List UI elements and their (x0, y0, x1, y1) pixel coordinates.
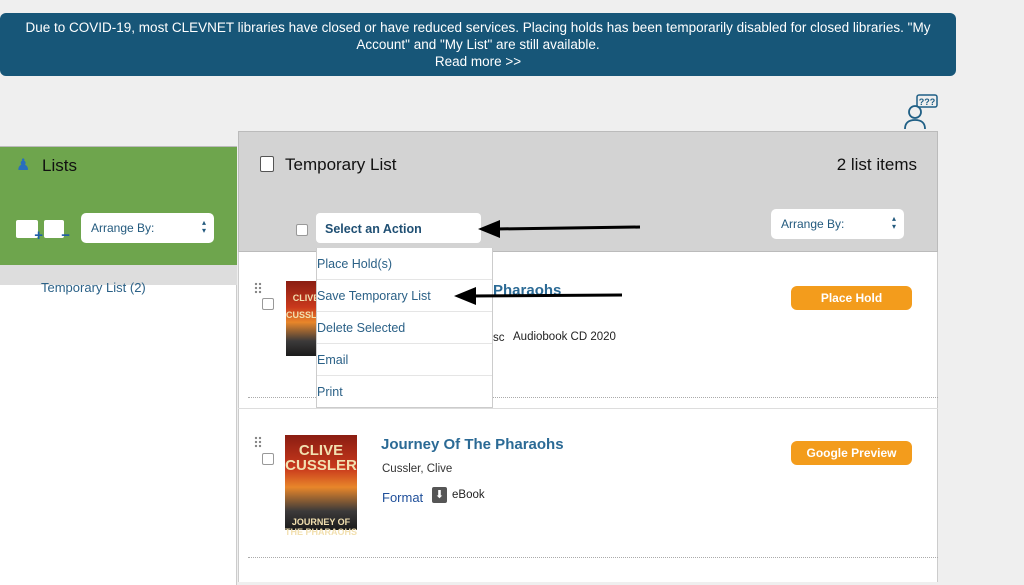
drag-handle-icon[interactable] (254, 282, 262, 294)
action-menu: Place Hold(s) Save Temporary List Delete… (316, 248, 493, 408)
remove-list-icon[interactable]: − (44, 220, 70, 244)
download-icon: ⬇ (432, 487, 447, 503)
sidebar-arrange-by-select[interactable]: Arrange By: (81, 213, 214, 243)
cover-subtitle: JOURNEY OF THE PHARAOHS (285, 517, 358, 537)
google-preview-button[interactable]: Google Preview (791, 441, 912, 465)
menu-item-email[interactable]: Email (317, 344, 492, 376)
row-divider (248, 557, 938, 558)
read-more-link[interactable]: Read more >> (0, 53, 956, 70)
lists-title: Lists (42, 156, 77, 175)
add-list-icon[interactable]: + (16, 220, 43, 244)
help-question-person-icon[interactable]: ??? (903, 94, 939, 130)
format-label: Format (382, 490, 424, 505)
lists-user-icon: ♟ (16, 157, 31, 174)
place-hold-button[interactable]: Place Hold (791, 286, 912, 310)
list-link-temporary[interactable]: Temporary List (2) (41, 280, 146, 295)
lists-body: Temporary List (2) (0, 280, 237, 585)
item-format: eBook (452, 489, 485, 501)
menu-item-delete-selected[interactable]: Delete Selected (317, 312, 492, 344)
row-border (238, 408, 938, 409)
item-author: Cussler, Clive (382, 463, 453, 475)
item-title[interactable]: Journey Of The Pharaohs (381, 436, 564, 453)
covid-banner: Due to COVID-19, most CLEVNET libraries … (0, 13, 956, 76)
item-checkbox[interactable] (262, 298, 274, 310)
list-item-count: 2 list items (836, 155, 917, 174)
drag-handle-icon[interactable] (254, 436, 262, 448)
list-title: Temporary List (285, 155, 397, 174)
select-all-checkbox[interactable] (296, 224, 308, 236)
menu-item-print[interactable]: Print (317, 376, 492, 408)
menu-item-save-temporary-list[interactable]: Save Temporary List (317, 280, 492, 312)
list-notebook-icon (260, 156, 274, 172)
item-format-partial: sc (493, 332, 505, 344)
svg-text:???: ??? (919, 97, 936, 107)
main-arrange-by-select[interactable]: Arrange By: (771, 209, 904, 239)
cover-text: CLIVE CUSSLER (285, 442, 357, 474)
action-select[interactable]: Select an Action (316, 213, 481, 243)
item-checkbox[interactable] (262, 453, 274, 465)
book-cover[interactable]: CLIVE CUSSLER JOURNEY OF THE PHARAOHS (285, 435, 357, 537)
item-title[interactable]: Pharaohs (493, 282, 561, 299)
item-format: Audiobook CD 2020 (513, 331, 616, 343)
banner-text: Due to COVID-19, most CLEVNET libraries … (25, 20, 931, 52)
lists-panel: ♟ Lists + − Arrange By: (0, 146, 237, 265)
menu-item-place-holds[interactable]: Place Hold(s) (317, 248, 492, 280)
